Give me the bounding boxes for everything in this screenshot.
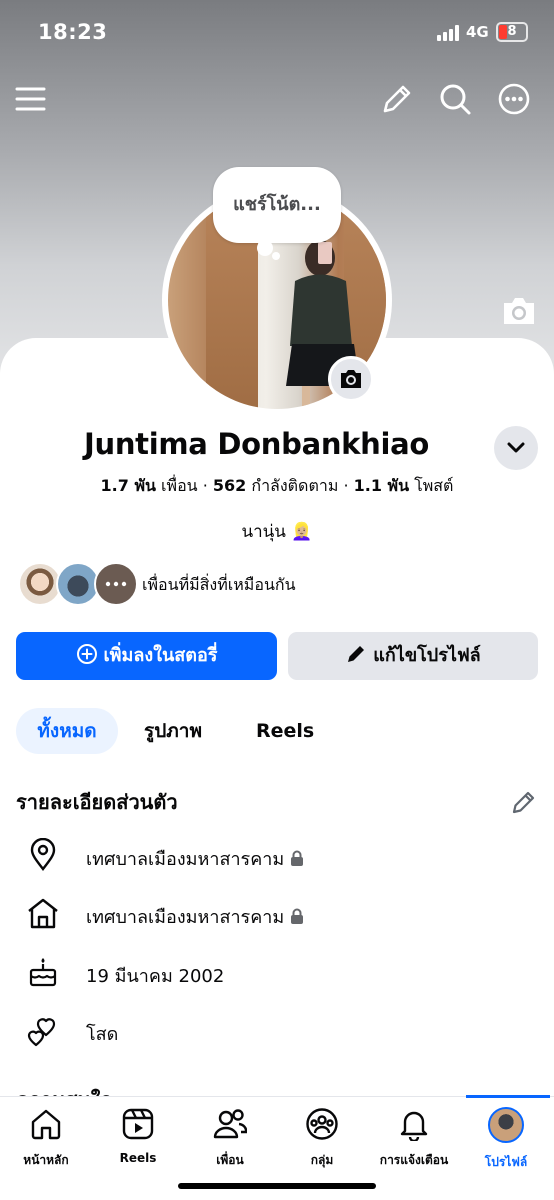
nav-label: Reels <box>119 1151 157 1165</box>
nav-home[interactable]: หน้าหลัก <box>0 1107 92 1171</box>
menu-icon[interactable] <box>14 82 48 116</box>
status-time: 18:23 <box>38 20 108 44</box>
note-bubble-tail <box>257 240 273 256</box>
home-icon <box>31 1109 61 1140</box>
nav-reels[interactable]: Reels <box>92 1107 184 1171</box>
lock-icon <box>291 908 304 924</box>
mutual-friends-row[interactable]: เพื่อนที่มีสิ่งที่เหมือนกัน <box>18 560 538 608</box>
profile-name: Juntima Donbankhiao <box>84 427 430 461</box>
tab-photos[interactable]: รูปภาพ <box>144 708 202 754</box>
mutual-friends-label: เพื่อนที่มีสิ่งที่เหมือนกัน <box>142 575 296 594</box>
detail-current-city: เทศบาลเมืองมหาสารคาม <box>26 838 526 874</box>
signal-icon <box>437 25 459 41</box>
reels-icon <box>122 1108 154 1140</box>
nav-label: โปรไฟล์ <box>484 1155 528 1169</box>
friends-stat[interactable]: 1.7 พัน เพื่อน <box>101 476 198 495</box>
edit-details-icon[interactable] <box>510 788 538 816</box>
detail-text: เทศบาลเมืองมหาสารคาม <box>86 907 285 928</box>
detail-birthday: 19 มีนาคม 2002 <box>26 955 526 991</box>
profile-bio: นานุ่น 👱🏼‍♀️ <box>241 522 313 542</box>
tab-reels[interactable]: Reels <box>256 708 314 754</box>
mutual-avatar-more <box>94 562 138 606</box>
cover-camera-icon[interactable] <box>501 295 537 327</box>
nav-label: การแจ้งเตือน <box>379 1153 449 1167</box>
note-bubble-tail-small <box>272 252 280 260</box>
share-note-bubble[interactable]: แชร์โน้ต... <box>213 167 341 243</box>
groups-icon <box>306 1108 338 1140</box>
battery-icon: 8 <box>496 22 528 42</box>
battery-level: 8 <box>507 24 517 39</box>
nav-label: หน้าหลัก <box>23 1153 69 1167</box>
bell-icon <box>400 1111 428 1141</box>
edit-profile-button[interactable]: แก้ไขโปรไฟล์ <box>288 632 538 680</box>
home-indicator <box>178 1183 376 1189</box>
lock-icon <box>291 850 304 866</box>
nav-profile[interactable]: โปรไฟล์ <box>460 1107 552 1171</box>
details-title: รายละเอียดส่วนตัว <box>16 790 178 814</box>
more-dots-icon <box>105 581 127 587</box>
status-bar: 18:23 4G 8 <box>0 0 554 64</box>
network-type: 4G <box>466 23 489 41</box>
profile-avatar <box>488 1107 524 1143</box>
nav-label: เพื่อน <box>216 1153 244 1167</box>
search-icon[interactable] <box>438 82 472 116</box>
nav-notifications[interactable]: การแจ้งเตือน <box>368 1107 460 1171</box>
detail-hometown: เทศบาลเมืองมหาสารคาม <box>26 896 526 932</box>
active-tab-indicator <box>466 1095 550 1098</box>
friends-icon <box>213 1109 247 1139</box>
nav-label: กลุ่ม <box>310 1153 334 1167</box>
nav-groups[interactable]: กลุ่ม <box>276 1107 368 1171</box>
profile-sheet <box>0 338 554 1200</box>
pencil-icon <box>348 646 365 662</box>
profile-switch-button[interactable] <box>494 426 538 470</box>
posts-stat[interactable]: 1.1 พัน โพสต์ <box>354 476 454 495</box>
profile-stats: 1.7 พัน เพื่อน · 562 กำลังติดตาม · 1.1 พ… <box>100 476 454 495</box>
relationship-heart-icon <box>27 1018 56 1047</box>
add-to-story-button[interactable]: เพิ่มลงในสตอรี่ <box>16 632 277 680</box>
following-stat[interactable]: 562 กำลังติดตาม <box>213 476 339 495</box>
more-options-icon[interactable] <box>497 82 531 116</box>
tab-all[interactable]: ทั้งหมด <box>16 708 118 754</box>
camera-icon <box>341 370 361 388</box>
birthday-cake-icon <box>29 958 57 987</box>
home-icon <box>28 898 58 929</box>
add-circle-icon <box>76 644 97 664</box>
avatar-camera-button[interactable] <box>328 356 374 402</box>
location-pin-icon <box>30 838 56 871</box>
detail-relationship: โสด <box>26 1013 526 1049</box>
detail-text: โสด <box>86 1024 119 1045</box>
edit-pencil-icon[interactable] <box>380 82 414 116</box>
detail-text: เทศบาลเมืองมหาสารคาม <box>86 849 285 870</box>
detail-text: 19 มีนาคม 2002 <box>86 966 225 987</box>
nav-friends[interactable]: เพื่อน <box>184 1107 276 1171</box>
chevron-down-icon <box>507 442 525 453</box>
